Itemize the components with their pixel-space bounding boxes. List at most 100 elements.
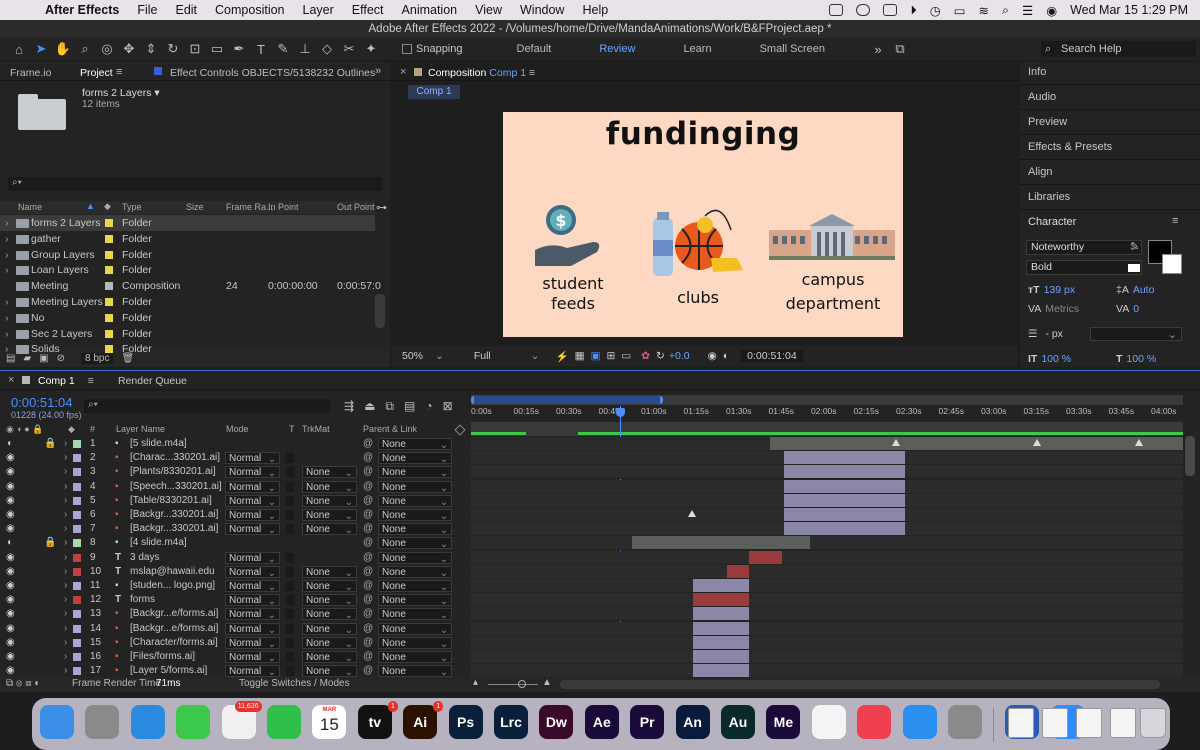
premiere-pro-icon[interactable]: Pr bbox=[630, 705, 665, 739]
time-ruler[interactable]: 0:00s 00:15s 00:30s 00:45s 01:00s 01:15s 01:30… bbox=[471, 406, 1183, 420]
panel-info[interactable]: Info bbox=[1028, 66, 1046, 78]
timeline-track[interactable] bbox=[471, 550, 1183, 565]
project-item[interactable]: › No Folder bbox=[0, 310, 375, 326]
blend-mode-select[interactable]: Normal ⌄ bbox=[225, 523, 280, 536]
menu-layer[interactable]: Layer bbox=[294, 3, 343, 17]
visibility-toggle-icon[interactable]: ◉ bbox=[6, 523, 15, 534]
project-item[interactable]: Meeting Composition 24 0:00:00:00 0:00:57:0 bbox=[0, 278, 381, 294]
flowchart-icon[interactable]: ⊶ bbox=[376, 201, 387, 214]
twirl-icon[interactable]: › bbox=[64, 452, 67, 463]
play-icon[interactable]: ⏵ bbox=[910, 3, 916, 18]
panel-libraries[interactable]: Libraries bbox=[1028, 191, 1070, 203]
track-matte-select[interactable]: None ⌄ bbox=[302, 651, 357, 664]
disclosure-icon[interactable]: › bbox=[5, 249, 9, 261]
trash-icon[interactable] bbox=[1140, 708, 1166, 738]
footer-switch-icons[interactable]: ⧉ ⊗ ⧈ ◐ bbox=[6, 678, 40, 689]
parent-select[interactable]: None ⌄ bbox=[378, 665, 452, 678]
rectangle-tool-icon[interactable]: ▭ bbox=[206, 38, 228, 60]
pickwhip-icon[interactable]: @ bbox=[363, 665, 373, 676]
project-item[interactable]: › gather Folder bbox=[0, 231, 375, 247]
menu-composition[interactable]: Composition bbox=[206, 3, 293, 17]
tab-render-queue[interactable]: Render Queue bbox=[118, 375, 187, 387]
parent-select[interactable]: None ⌄ bbox=[378, 565, 452, 579]
layer-label-color[interactable] bbox=[73, 567, 81, 576]
clock-icon[interactable]: ◷ bbox=[930, 3, 941, 18]
composition-canvas[interactable]: fundinging $ student feeds clubs campus … bbox=[503, 112, 903, 337]
layer-duration-bar[interactable] bbox=[784, 451, 905, 465]
white-swatch[interactable] bbox=[1128, 264, 1140, 272]
twirl-icon[interactable]: › bbox=[64, 466, 67, 477]
twirl-icon[interactable]: › bbox=[64, 481, 67, 492]
tab-comp1[interactable]: Comp 1 bbox=[38, 375, 75, 387]
region-of-interest-icon[interactable]: ▭ bbox=[621, 350, 631, 362]
composition-lock-icon[interactable] bbox=[414, 68, 422, 76]
share-icon[interactable]: ⧉ bbox=[889, 38, 911, 60]
preserve-transparency-toggle[interactable] bbox=[286, 623, 294, 634]
toggle-switches-modes[interactable]: Toggle Switches / Modes bbox=[239, 678, 350, 689]
show-snapshot-icon[interactable]: ◐ bbox=[723, 350, 729, 362]
blend-mode-select[interactable]: Normal ⌄ bbox=[225, 608, 280, 621]
disclosure-icon[interactable]: › bbox=[5, 233, 9, 245]
visibility-toggle-icon[interactable]: ◉ bbox=[6, 665, 15, 676]
workspace-learn[interactable]: Learn bbox=[659, 43, 735, 55]
roto-tool-icon[interactable]: ✂ bbox=[338, 38, 360, 60]
visibility-toggle-icon[interactable]: ◉ bbox=[6, 608, 15, 619]
layer-label-color[interactable] bbox=[73, 610, 81, 619]
pickwhip-icon[interactable]: @ bbox=[363, 452, 373, 463]
parent-select[interactable]: None ⌄ bbox=[378, 580, 452, 593]
project-item[interactable]: › Meeting Layers Folder bbox=[0, 294, 375, 310]
snapping-checkbox[interactable] bbox=[402, 44, 412, 54]
col-t[interactable]: T bbox=[289, 424, 295, 434]
blend-mode-select[interactable]: Normal ⌄ bbox=[225, 480, 280, 494]
col-type[interactable]: Type bbox=[122, 202, 142, 212]
search-icon[interactable]: ⌕ bbox=[1002, 3, 1009, 18]
layer-label-color[interactable] bbox=[73, 596, 81, 605]
menu-effect[interactable]: Effect bbox=[343, 3, 393, 17]
layer-label-color[interactable] bbox=[73, 525, 81, 534]
comp-view-tab[interactable]: Comp 1 bbox=[408, 85, 460, 99]
workspace-small-screen[interactable]: Small Screen bbox=[736, 43, 849, 55]
disclosure-icon[interactable]: › bbox=[5, 296, 9, 308]
zoom-slider-handle[interactable] bbox=[518, 680, 526, 688]
zoom-dropdown-icon[interactable]: ⌄ bbox=[435, 350, 444, 362]
messages-icon[interactable] bbox=[176, 705, 211, 739]
timeline-vscroll[interactable] bbox=[1185, 436, 1195, 476]
graph-editor-icon[interactable]: ⊠ bbox=[443, 399, 453, 414]
col-mode[interactable]: Mode bbox=[226, 424, 249, 434]
disclosure-icon[interactable]: › bbox=[5, 312, 9, 324]
timeline-hscroll[interactable] bbox=[560, 680, 1160, 689]
workspace-review[interactable]: Review bbox=[575, 43, 659, 55]
layer-marker[interactable] bbox=[1033, 439, 1041, 446]
track-matte-select[interactable]: None ⌄ bbox=[302, 636, 357, 650]
timeline-track[interactable] bbox=[471, 465, 1183, 480]
disclosure-icon[interactable]: › bbox=[5, 343, 9, 355]
grid-guide-icon[interactable]: ⊞ bbox=[606, 350, 615, 362]
track-matte-select[interactable]: None ⌄ bbox=[302, 509, 357, 522]
col-layer-name[interactable]: Layer Name bbox=[116, 424, 165, 434]
layer-label-color[interactable] bbox=[73, 468, 81, 477]
leading-value[interactable]: Auto bbox=[1133, 284, 1155, 296]
lock-icon[interactable]: 🔒 bbox=[44, 537, 56, 548]
pickwhip-icon[interactable]: @ bbox=[363, 651, 373, 662]
preserve-transparency-toggle[interactable] bbox=[286, 581, 294, 591]
timeline-track[interactable] bbox=[471, 593, 1183, 608]
music-icon[interactable] bbox=[857, 705, 892, 739]
timeline-track[interactable] bbox=[471, 579, 1183, 593]
timeline-track[interactable] bbox=[471, 493, 1183, 508]
track-matte-select[interactable]: None ⌄ bbox=[302, 466, 357, 479]
label-swatch[interactable] bbox=[105, 345, 113, 354]
timeline-track[interactable] bbox=[471, 650, 1183, 664]
draft-3d-icon[interactable]: ⏏ bbox=[364, 399, 375, 414]
preserve-transparency-toggle[interactable] bbox=[286, 495, 294, 506]
dolly-tool-icon[interactable]: ⇕ bbox=[140, 38, 162, 60]
visibility-toggle-icon[interactable]: ◉ bbox=[6, 509, 15, 520]
tracking-value[interactable]: 0 bbox=[1133, 303, 1139, 315]
viewer-timecode[interactable]: 0:00:51:04 bbox=[741, 350, 803, 362]
layer-duration-bar[interactable] bbox=[784, 508, 905, 521]
siri-icon[interactable]: ◉ bbox=[1046, 3, 1057, 18]
time-navigator[interactable] bbox=[471, 395, 1183, 405]
anchor-tool-icon[interactable]: ⊡ bbox=[184, 38, 206, 60]
col-in-point[interactable]: In Point bbox=[268, 202, 299, 212]
parent-select[interactable]: None ⌄ bbox=[378, 651, 452, 664]
frame-blending-icon[interactable]: ▤ bbox=[404, 399, 415, 414]
